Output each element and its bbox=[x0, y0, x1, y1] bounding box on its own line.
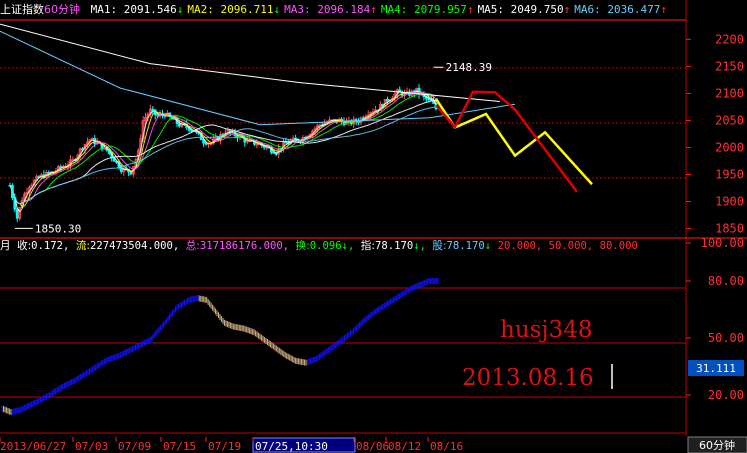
time-tick-label: 08/06 bbox=[356, 440, 389, 453]
time-tick-label: 2013/06/27 bbox=[0, 440, 66, 453]
candle-body bbox=[190, 129, 193, 132]
ma-arrow: ↑ bbox=[466, 3, 474, 16]
candle-body bbox=[15, 208, 19, 219]
ma-value: 2049.750 bbox=[504, 3, 564, 16]
price-tick-label: 2100 bbox=[715, 86, 744, 100]
ma-label: MA6: bbox=[574, 3, 601, 16]
ma-item: MA2: 2096.711↓ bbox=[187, 3, 280, 16]
main-header: 上证指数60分钟 MA1: 2091.546↓ MA2: 2096.711↓ MA3… bbox=[0, 3, 667, 17]
osc-tick-label: 100.00 bbox=[701, 236, 744, 250]
ma-value: 2096.711 bbox=[213, 3, 274, 16]
ma-values: MA1: 2091.546↓ MA2: 2096.711↓ MA3: 2096.18… bbox=[87, 3, 667, 16]
main-panel-frame bbox=[0, 0, 747, 436]
ma-arrow: ↓ bbox=[273, 3, 281, 16]
ma-item: MA6: 2036.477↑ bbox=[574, 3, 667, 16]
label-yue: 月 bbox=[0, 240, 11, 252]
ma-line bbox=[9, 91, 437, 208]
ma-arrow: ↑ bbox=[370, 3, 377, 16]
ma-item: MA1: 2091.546↓ bbox=[91, 3, 184, 16]
ma-value: 2036.477 bbox=[600, 3, 661, 16]
candle-body bbox=[272, 151, 276, 154]
osc-tick-label: 80.00 bbox=[708, 274, 744, 288]
ma-label: MA4: bbox=[380, 3, 408, 16]
ma-line bbox=[9, 106, 437, 205]
zhi-arrow: ↓, bbox=[413, 240, 426, 252]
osc-tick-label: 20.00 bbox=[708, 388, 744, 402]
ma-item: MA5: 2049.750↑ bbox=[478, 3, 571, 16]
candlestick-series bbox=[8, 84, 438, 223]
time-tick-label: 07/19 bbox=[208, 440, 241, 453]
candle-body bbox=[178, 123, 181, 127]
stock-chart-canvas: 2200 2150 2100 2050 2000 1950 1900 1850 100.00 8… bbox=[0, 0, 747, 453]
price-tick-label: 2050 bbox=[715, 113, 744, 127]
huan-value: 0.096 bbox=[309, 240, 342, 252]
price-tick-label: 1850 bbox=[715, 222, 744, 236]
time-tick-label: 07/03 bbox=[75, 440, 108, 453]
liu-value: 227473504.000, bbox=[90, 240, 180, 252]
current-value-text: 31.111 bbox=[696, 362, 736, 375]
watermark-name: husj348 bbox=[500, 317, 592, 343]
ma-label: MA3: bbox=[284, 3, 311, 16]
oscillator-header: 月 收:0.172, 流:227473504.000, 总:317186176.… bbox=[0, 239, 638, 253]
price-tick-label: 1950 bbox=[715, 168, 744, 182]
oscillator-axis: 100.00 80.00 50.00 20.00 bbox=[686, 236, 744, 402]
candle-body bbox=[119, 167, 123, 173]
ma-arrow: ↑ bbox=[563, 3, 571, 16]
price-tick-label: 2200 bbox=[715, 32, 744, 46]
gu-arrow: ↓ bbox=[484, 240, 492, 252]
price-tick-label: 1900 bbox=[715, 195, 744, 209]
candle-body bbox=[151, 108, 155, 111]
moving-average-lines bbox=[0, 23, 516, 213]
ma-item: MA3: 2096.184↑ bbox=[284, 3, 377, 16]
candle-body bbox=[284, 141, 288, 144]
ma-label: MA1: bbox=[90, 3, 118, 16]
ma-line bbox=[9, 92, 437, 205]
candle-body bbox=[386, 98, 389, 102]
zhi-label: 指: bbox=[360, 240, 375, 252]
index-name: 上证指数 bbox=[0, 3, 44, 16]
ma-label: MA5: bbox=[477, 3, 505, 16]
time-tick-label: 07/25,10:30 bbox=[255, 440, 328, 453]
candle-body bbox=[156, 114, 160, 117]
price-tick-label: 2150 bbox=[715, 59, 744, 73]
osc-tick-label: 50.00 bbox=[708, 331, 744, 345]
high-label: 2148.39 bbox=[446, 61, 492, 74]
ma-arrow: ↓ bbox=[176, 3, 184, 16]
ma-item: MA4: 2079.957↑ bbox=[381, 3, 474, 16]
zong-label: 总: bbox=[185, 240, 200, 252]
ma-line bbox=[9, 91, 437, 205]
huan-arrow: ↓, bbox=[341, 240, 355, 252]
zhi-value: 78.170 bbox=[374, 240, 414, 252]
ma-line bbox=[9, 90, 437, 213]
shou-value: 0.172, bbox=[31, 240, 70, 252]
liu-label: 流: bbox=[75, 240, 90, 252]
ma-label: MA2: bbox=[187, 3, 214, 16]
gu-value: 78.170 bbox=[446, 240, 485, 252]
huan-label: 换: bbox=[295, 240, 310, 252]
time-tick-label: 07/15 bbox=[163, 440, 196, 453]
ma-value: 2091.546 bbox=[117, 3, 177, 16]
time-tick-label: 08/12 bbox=[388, 440, 421, 453]
period-label: 60分钟 bbox=[44, 3, 80, 16]
time-tick-label: 07/09 bbox=[118, 440, 151, 453]
watermark-date: 2013.08.16 bbox=[462, 365, 594, 391]
gu-label: 股: bbox=[432, 240, 447, 252]
projection-yellow bbox=[434, 98, 593, 186]
zong-value: 317186176.000, bbox=[199, 240, 290, 252]
ma-long-white bbox=[0, 23, 501, 102]
low-label: 1850.30 bbox=[35, 222, 81, 235]
ma-value: 2079.957 bbox=[407, 3, 467, 16]
ma-long-cyan bbox=[0, 30, 516, 126]
oscillator-bars bbox=[1, 278, 439, 416]
price-axis: 2200 2150 2100 2050 2000 1950 1900 1850 bbox=[686, 32, 744, 236]
period-button-label[interactable]: 60分钟 bbox=[699, 438, 735, 452]
projection-lines bbox=[434, 90, 593, 193]
shou-label: 收: bbox=[16, 240, 32, 252]
ma-value: 2096.184 bbox=[310, 3, 371, 16]
time-tick-label: 08/16 bbox=[430, 440, 463, 453]
price-tick-label: 2000 bbox=[715, 140, 744, 154]
levels-value: 20.000, 50.000, 80.000 bbox=[497, 240, 638, 252]
ma-arrow: ↑ bbox=[660, 3, 668, 16]
